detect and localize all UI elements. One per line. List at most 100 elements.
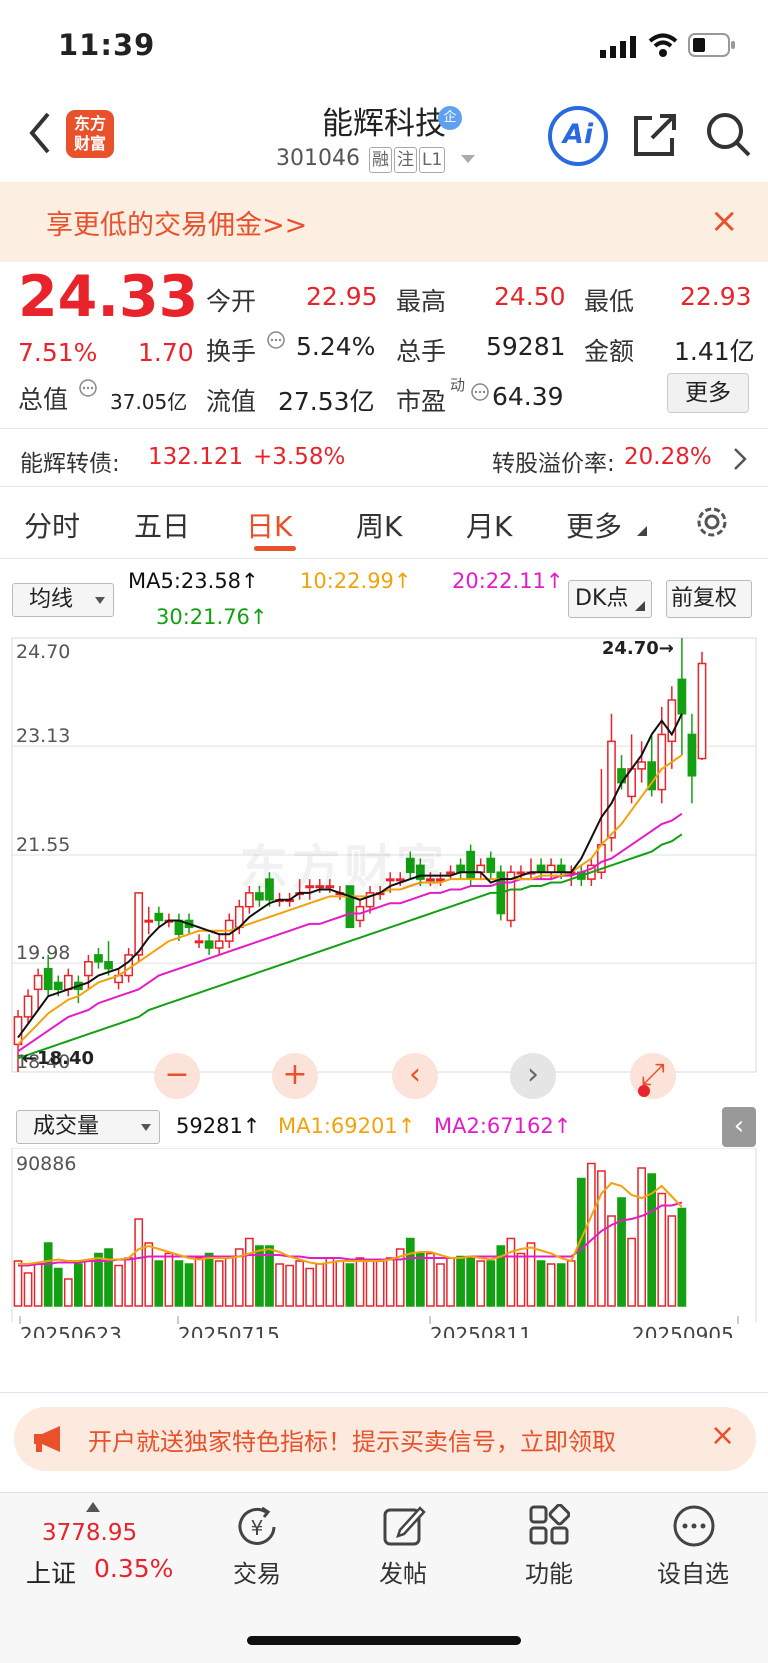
zoom-in-button[interactable]: +: [272, 1053, 318, 1099]
more-button[interactable]: 更多: [667, 373, 749, 413]
volume-bar: [224, 1255, 234, 1307]
candle-body: [104, 961, 113, 970]
trade-icon[interactable]: ¥: [234, 1504, 280, 1550]
bond-price: 132.121: [148, 444, 244, 470]
bottom-item-trade[interactable]: 交易: [212, 1554, 302, 1589]
tab-more[interactable]: 更多: [566, 505, 622, 545]
candle-body: [214, 940, 224, 949]
volume-bar: [104, 1248, 113, 1307]
info-icon[interactable]: [470, 382, 490, 402]
volume-bar: [385, 1257, 395, 1307]
premium-value: 20.28%: [624, 444, 712, 470]
pe-superscript: 动: [450, 376, 466, 394]
more-dots-icon[interactable]: [672, 1504, 716, 1548]
wifi-icon: [648, 33, 678, 57]
scroll-right-button[interactable]: ›: [510, 1053, 556, 1099]
volume-bar: [124, 1257, 134, 1307]
zoom-out-button[interactable]: −: [154, 1053, 200, 1099]
gear-icon[interactable]: [694, 504, 730, 540]
date-label: 20250623: [20, 1323, 122, 1338]
float-value: 27.53亿: [278, 387, 375, 416]
bottom-item-post[interactable]: 发帖: [358, 1554, 448, 1589]
dropdown-icon: [461, 155, 476, 163]
tab-intraday[interactable]: 分时: [24, 505, 80, 545]
divider: [0, 558, 768, 559]
info-icon[interactable]: [78, 378, 98, 398]
bottom-item-watchlist[interactable]: 设自选: [648, 1554, 738, 1589]
volume-bar: [164, 1252, 174, 1307]
chevron-right-icon[interactable]: [732, 446, 748, 472]
volume-bar: [194, 1257, 204, 1307]
turnover-label: 换手: [206, 337, 257, 366]
volume-bar: [536, 1260, 546, 1307]
candle-body: [84, 961, 93, 977]
account-promo-close[interactable]: ×: [710, 1418, 735, 1453]
dk-point-button[interactable]: DK点: [568, 580, 652, 618]
volume-bar: [516, 1252, 526, 1307]
high-value: 24.50: [494, 282, 566, 311]
bottom-item-function[interactable]: 功能: [504, 1554, 594, 1589]
premium-label: 转股溢价率:: [492, 451, 615, 477]
scroll-left-button[interactable]: ‹: [392, 1053, 438, 1099]
volume-bar: [84, 1260, 93, 1307]
candle-body: [687, 733, 697, 777]
volume-bar: [657, 1192, 667, 1307]
candle-body: [637, 761, 647, 770]
divider: [0, 428, 768, 429]
post-icon[interactable]: [382, 1504, 426, 1548]
battery-icon: [688, 33, 735, 57]
promo-close-button[interactable]: ×: [710, 201, 739, 241]
volume-bar: [154, 1260, 164, 1307]
volume-value: 59281: [486, 332, 566, 361]
pe-label: 市盈: [396, 387, 447, 416]
share-icon[interactable]: [632, 112, 678, 158]
index-value[interactable]: 3778.95: [42, 1520, 137, 1546]
index-name[interactable]: 上证: [26, 1554, 76, 1590]
tab-weekly-k[interactable]: 周K: [356, 505, 402, 545]
account-promo-text[interactable]: 开户就送独家特色指标！提示买卖信号，立即领取: [88, 1422, 696, 1457]
ma-selector-label: 均线: [29, 587, 74, 612]
vol-ma1-readout: MA1:69201↑: [278, 1114, 416, 1138]
open-label: 今开: [206, 287, 257, 316]
collapse-panel-button[interactable]: ‹: [722, 1107, 756, 1147]
bond-label[interactable]: 能辉转债:: [20, 444, 120, 478]
adjust-button[interactable]: 前复权: [666, 580, 752, 618]
stock-code-line[interactable]: 301046 融注 L1: [276, 146, 476, 173]
search-icon[interactable]: [704, 110, 752, 158]
tab-daily-k[interactable]: 日K: [246, 505, 292, 545]
volume-bar: [325, 1257, 335, 1307]
index-change[interactable]: 0.35%: [94, 1554, 173, 1583]
active-tab-indicator: [254, 546, 296, 551]
volume-bar: [285, 1264, 294, 1307]
tab-more-caret-icon: [637, 526, 647, 536]
fullscreen-button[interactable]: ⤢: [630, 1053, 676, 1099]
candle-body: [23, 995, 33, 1018]
candle-body: [456, 864, 465, 873]
ma30-readout: 30:21.76↑: [156, 605, 268, 629]
function-icon[interactable]: [528, 1504, 570, 1546]
stock-code: 301046: [276, 146, 360, 171]
info-icon[interactable]: [266, 330, 286, 350]
ai-button[interactable]: Ai: [548, 106, 608, 166]
open-value: 22.95: [306, 282, 378, 311]
volume-selector[interactable]: 成交量: [16, 1110, 160, 1144]
kline-y-label: 23.13: [16, 725, 70, 747]
tab-monthly-k[interactable]: 月K: [466, 505, 512, 545]
watermark: 东方财富: [240, 840, 449, 896]
volume-bar: [365, 1260, 375, 1307]
candle-body: [536, 864, 546, 873]
volume-bar: [33, 1263, 43, 1307]
kline-y-label: 24.70: [16, 641, 70, 663]
ma-selector[interactable]: 均线: [12, 583, 114, 617]
notification-dot: [638, 1085, 650, 1097]
volume-bar: [73, 1263, 83, 1307]
candle-body: [33, 974, 43, 991]
kline-y-label: 21.55: [16, 834, 70, 856]
low-value: 22.93: [680, 282, 752, 311]
volume-bar: [526, 1242, 536, 1307]
promo-text[interactable]: 享更低的交易佣金>>: [46, 203, 307, 242]
tab-five-day[interactable]: 五日: [134, 505, 190, 545]
volume-bar: [586, 1162, 596, 1307]
amount-value: 1.41亿: [674, 337, 755, 366]
volume-bar: [214, 1260, 224, 1307]
